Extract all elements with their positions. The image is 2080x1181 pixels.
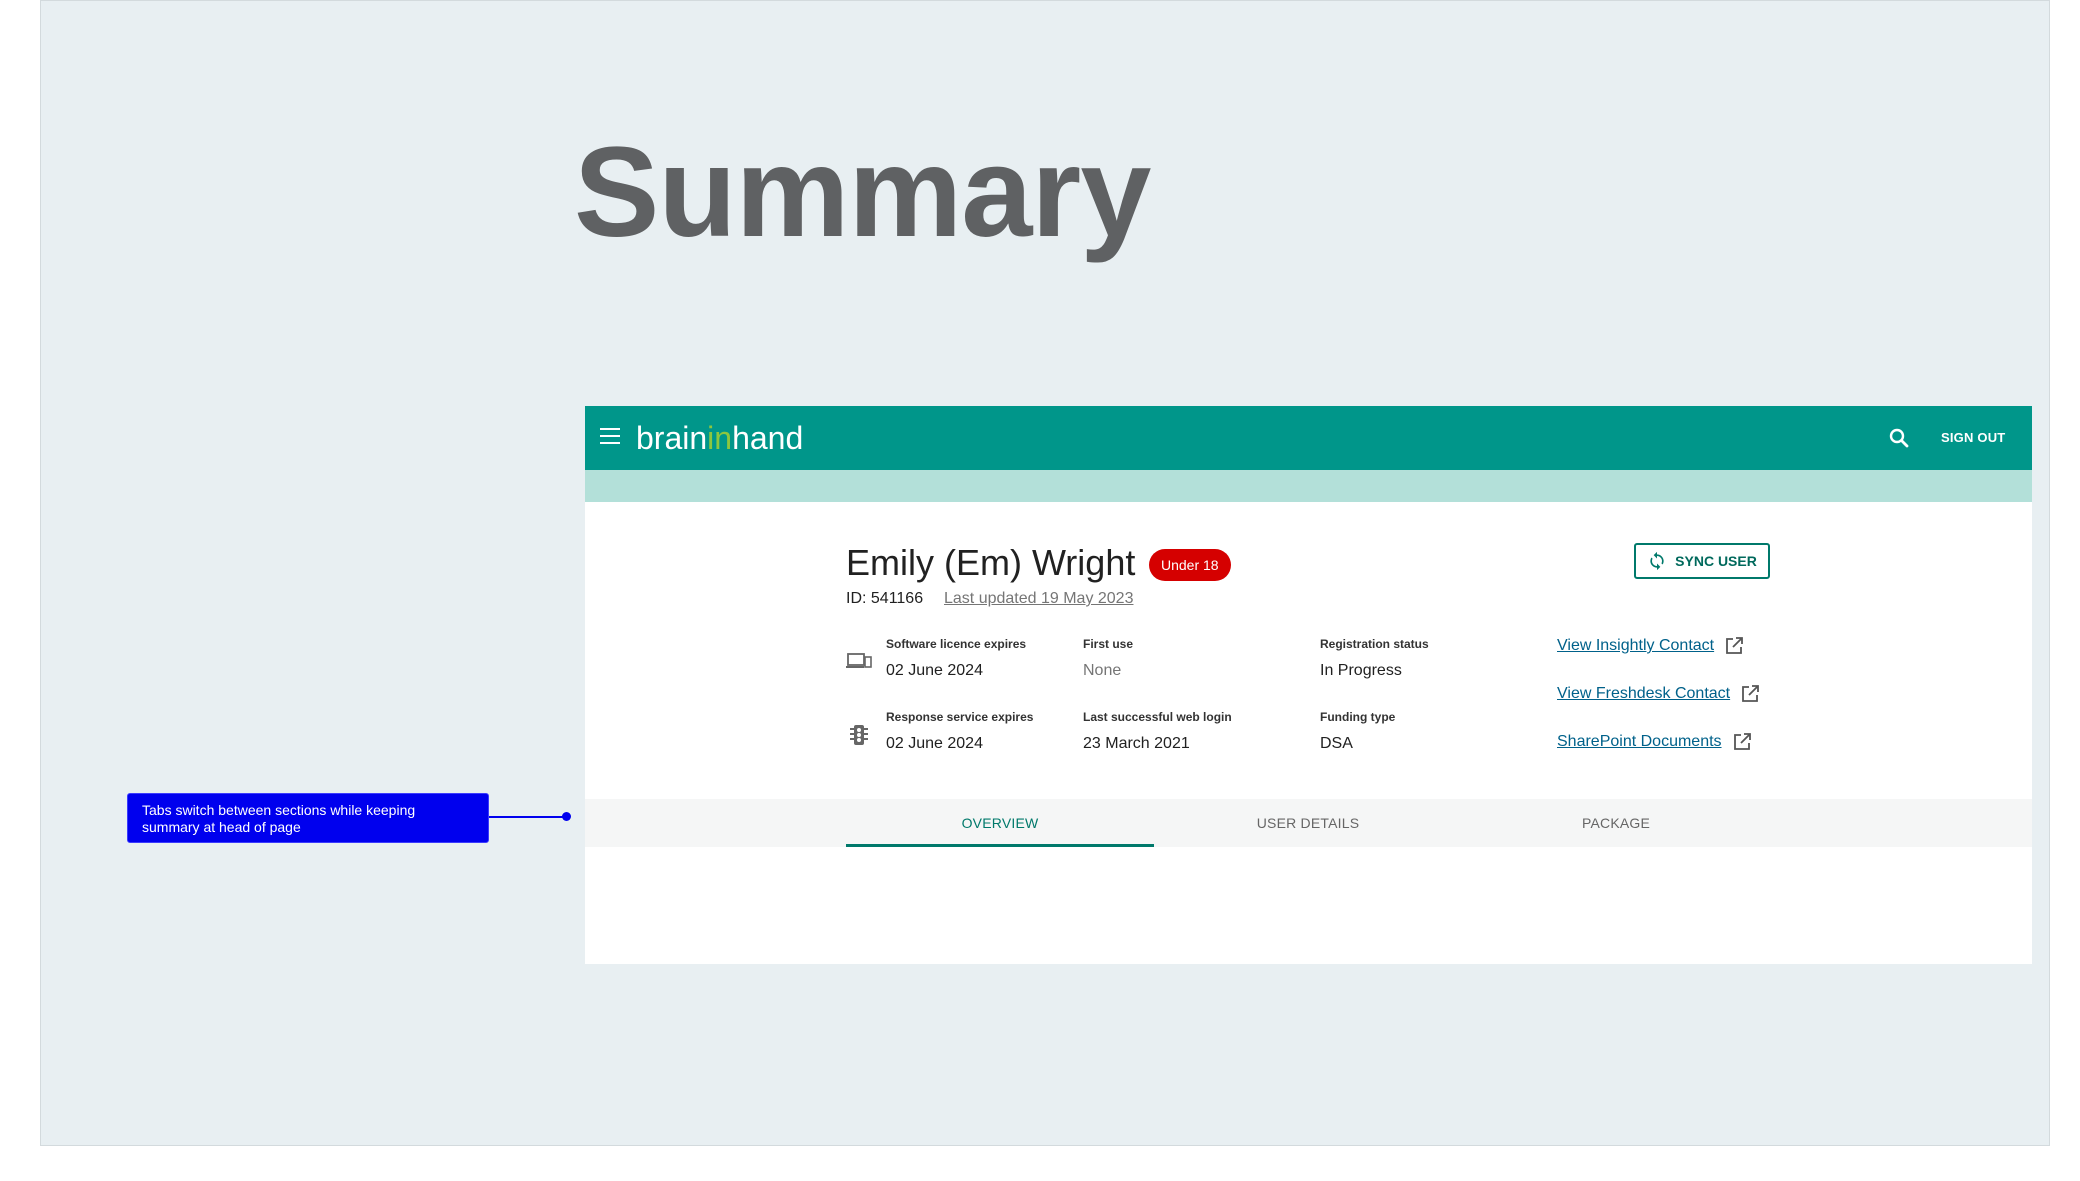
app-window: braininhand SIGN OUT Emily (Em) Wright U…: [585, 406, 2032, 964]
software-licence-label: Software licence expires: [886, 637, 1027, 651]
sign-out-button[interactable]: SIGN OUT: [1941, 430, 2005, 445]
section-tabs: OVERVIEW USER DETAILS PACKAGE: [585, 799, 2032, 847]
last-web-login-label: Last successful web login: [1083, 710, 1232, 724]
annotation-callout: Tabs switch between sections while keepi…: [127, 793, 489, 843]
menu-icon[interactable]: [600, 428, 620, 446]
annotation-connector-dot: [562, 812, 571, 821]
last-web-login-value: 23 March 2021: [1083, 735, 1190, 752]
sync-icon: [1650, 551, 1664, 571]
user-name: Emily (Em) Wright: [846, 542, 1136, 583]
tab-user-details[interactable]: USER DETAILS: [1154, 799, 1462, 847]
logo-text-hand: hand: [732, 420, 804, 456]
brand-logo[interactable]: braininhand: [636, 420, 803, 457]
first-use-label: First use: [1083, 637, 1134, 651]
sharepoint-link-label: SharePoint Documents: [1557, 733, 1722, 750]
traffic-light-icon: [847, 722, 873, 748]
sharepoint-documents-link[interactable]: SharePoint Documents: [1557, 732, 1752, 752]
tab-overview[interactable]: OVERVIEW: [846, 799, 1154, 847]
external-link-icon: [1726, 637, 1744, 654]
tab-package[interactable]: PACKAGE: [1462, 799, 1770, 847]
user-id: ID: 541166: [846, 590, 924, 607]
registration-status-label: Registration status: [1320, 637, 1429, 651]
freshdesk-link-label: View Freshdesk Contact: [1557, 685, 1731, 702]
app-bar: braininhand SIGN OUT: [585, 406, 2032, 470]
devices-icon: [846, 648, 872, 674]
view-insightly-contact-link[interactable]: View Insightly Contact: [1557, 636, 1744, 656]
logo-text-in: in: [707, 420, 733, 456]
page-title: Summary: [574, 121, 1151, 264]
presentation-canvas: Summary braininhand SIGN OUT Emily (Em) …: [40, 0, 2050, 1146]
annotation-connector-line: [489, 816, 567, 818]
response-service-value: 02 June 2024: [886, 735, 983, 752]
funding-type-value: DSA: [1320, 735, 1353, 752]
sync-user-button[interactable]: SYNC USER: [1634, 543, 1770, 579]
first-use-value: None: [1083, 662, 1122, 679]
response-service-label: Response service expires: [886, 710, 1034, 724]
sub-header-bar: [585, 470, 2032, 502]
last-updated-link[interactable]: Last updated 19 May 2023: [944, 590, 1133, 608]
insightly-link-label: View Insightly Contact: [1557, 637, 1715, 654]
external-link-icon: [1742, 685, 1760, 702]
age-badge: Under 18: [1149, 549, 1231, 581]
registration-status-value: In Progress: [1320, 662, 1402, 679]
funding-type-label: Funding type: [1320, 710, 1396, 724]
view-freshdesk-contact-link[interactable]: View Freshdesk Contact: [1557, 684, 1760, 704]
software-licence-value: 02 June 2024: [886, 662, 983, 679]
logo-text-brain: brain: [636, 420, 708, 456]
search-icon[interactable]: [1887, 426, 1911, 450]
external-link-icon: [1733, 733, 1751, 750]
sync-user-label: SYNC USER: [1675, 553, 1757, 569]
